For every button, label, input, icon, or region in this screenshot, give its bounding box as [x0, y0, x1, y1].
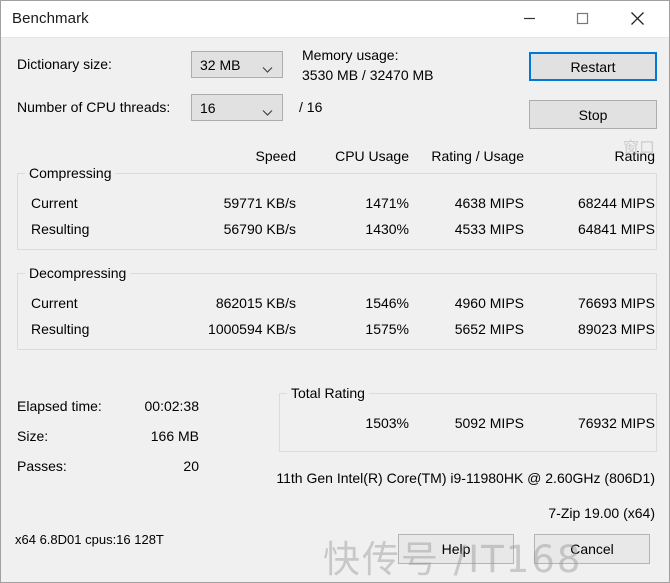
cell-speed: 56790 KB/s	[223, 221, 296, 237]
passes-value: 20	[183, 458, 199, 474]
cell-cpu-usage: 1430%	[365, 221, 409, 237]
version-label: 7-Zip 19.00 (x64)	[548, 505, 655, 521]
maximize-button[interactable]	[559, 1, 605, 36]
cpu-threads-max-label: / 16	[299, 99, 323, 115]
restart-button[interactable]: Restart	[529, 52, 657, 81]
row-label: Resulting	[31, 321, 90, 337]
column-header-cpu-usage: CPU Usage	[335, 148, 409, 164]
elapsed-time-label: Elapsed time:	[17, 398, 102, 414]
memory-usage-value: 3530 MB / 32470 MB	[302, 67, 434, 83]
cell-speed: 1000594 KB/s	[208, 321, 296, 337]
compressing-group	[17, 173, 657, 250]
dictionary-size-value: 32 MB	[200, 57, 241, 73]
status-bar-text: x64 6.8D01 cpus:16 128T	[15, 532, 164, 547]
cell-rating: 64841 MIPS	[577, 221, 655, 237]
stop-button[interactable]: Stop	[529, 100, 657, 129]
cell-rating: 89023 MIPS	[577, 321, 655, 337]
passes-label: Passes:	[17, 458, 67, 474]
help-button-label: Help	[441, 541, 471, 557]
title-bar: Benchmark	[1, 1, 669, 38]
size-label: Size:	[17, 428, 49, 444]
memory-usage-label: Memory usage:	[302, 47, 399, 63]
cell-rating: 68244 MIPS	[577, 195, 655, 211]
maximize-icon	[576, 12, 589, 25]
cell-speed: 59771 KB/s	[223, 195, 296, 211]
chevron-down-icon	[262, 104, 273, 122]
column-header-rating: Rating	[614, 148, 655, 164]
minimize-icon	[523, 12, 536, 25]
cell-rating-usage: 4638 MIPS	[454, 195, 524, 211]
dictionary-size-label: Dictionary size:	[17, 56, 112, 72]
column-header-speed: Speed	[255, 148, 296, 164]
elapsed-time-value: 00:02:38	[144, 398, 200, 414]
help-button[interactable]: Help	[398, 534, 514, 564]
cell-rating-usage: 4533 MIPS	[454, 221, 524, 237]
compressing-group-title: Compressing	[25, 166, 116, 180]
total-cpu-usage: 1503%	[365, 415, 409, 431]
row-label: Current	[31, 195, 78, 211]
cell-cpu-usage: 1575%	[365, 321, 409, 337]
decompressing-group	[17, 273, 657, 350]
total-rating-group-title: Total Rating	[287, 386, 369, 400]
cell-cpu-usage: 1546%	[365, 295, 409, 311]
dictionary-size-select[interactable]: 32 MB	[191, 51, 283, 78]
close-icon	[630, 11, 645, 26]
total-rating-usage: 5092 MIPS	[454, 415, 524, 431]
cell-rating-usage: 4960 MIPS	[454, 295, 524, 311]
row-label: Current	[31, 295, 78, 311]
cell-cpu-usage: 1471%	[365, 195, 409, 211]
chevron-down-icon	[262, 61, 273, 79]
cancel-button[interactable]: Cancel	[534, 534, 650, 564]
decompressing-group-title: Decompressing	[25, 266, 131, 280]
cpu-threads-value: 16	[200, 100, 216, 116]
column-header-rating-usage: Rating / Usage	[431, 148, 524, 164]
cell-speed: 862015 KB/s	[215, 295, 296, 311]
total-rating-value: 76932 MIPS	[577, 415, 655, 431]
benchmark-dialog: Benchmark Dictionary size: 32 MB Memory …	[0, 0, 670, 583]
cpu-name-label: 11th Gen Intel(R) Core(TM) i9-11980HK @ …	[276, 470, 655, 486]
close-button[interactable]	[614, 1, 660, 36]
cell-rating: 76693 MIPS	[577, 295, 655, 311]
restart-button-label: Restart	[570, 58, 616, 75]
cpu-threads-label: Number of CPU threads:	[17, 99, 171, 115]
cell-rating-usage: 5652 MIPS	[454, 321, 524, 337]
cancel-button-label: Cancel	[570, 541, 614, 557]
cpu-threads-select[interactable]: 16	[191, 94, 283, 121]
size-value: 166 MB	[150, 428, 199, 444]
minimize-button[interactable]	[506, 1, 552, 36]
row-label: Resulting	[31, 221, 90, 237]
window-title: Benchmark	[12, 10, 89, 27]
stop-button-label: Stop	[578, 106, 608, 123]
